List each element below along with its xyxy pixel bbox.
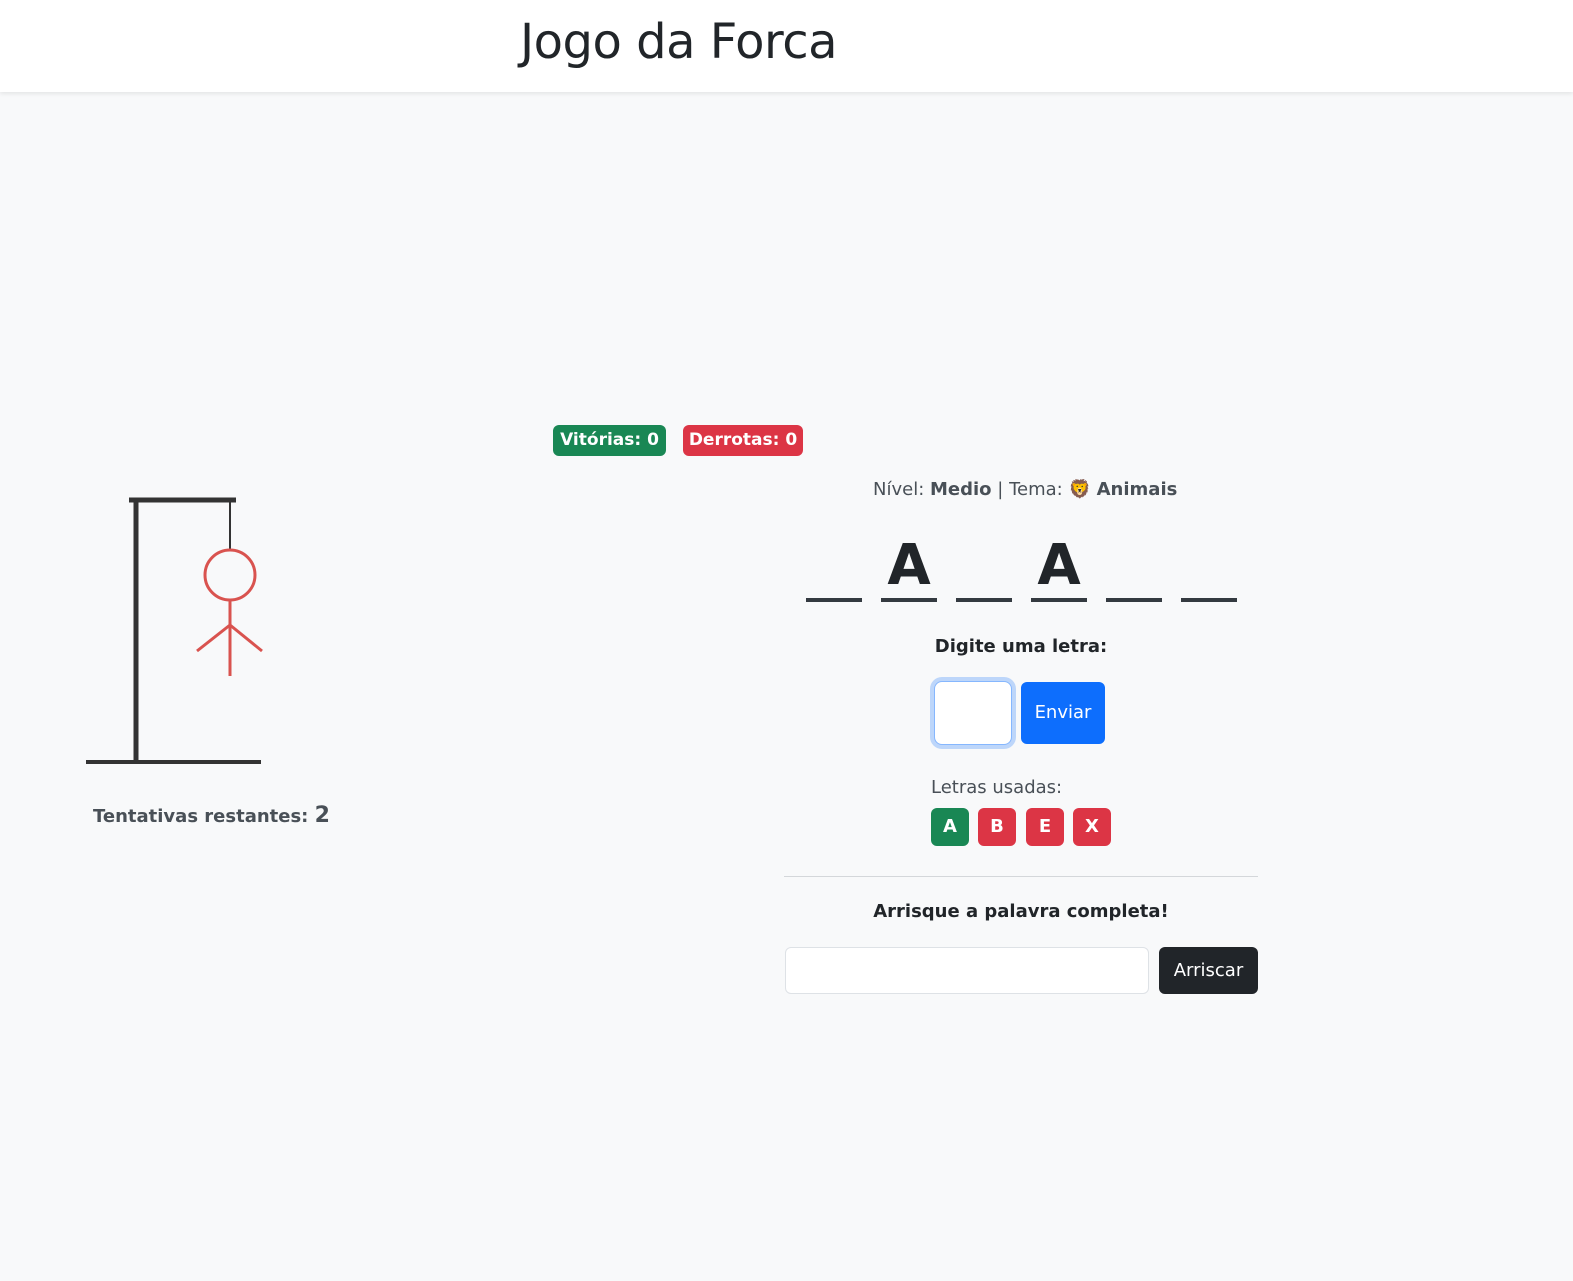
attempts-remaining: Tentativas restantes: 2 — [93, 803, 330, 828]
hangman-left-arm — [196, 623, 231, 653]
hidden-word: A A — [806, 530, 1238, 605]
used-letter-wrong: B — [978, 808, 1016, 846]
hangman-head — [203, 548, 257, 602]
guess-word-button[interactable]: Arriscar — [1159, 947, 1258, 994]
word-slot — [956, 530, 1012, 602]
level-value: Medio — [930, 479, 992, 500]
used-letter-correct: A — [931, 808, 969, 846]
level-label: Nível: — [873, 479, 925, 500]
word-slot — [1106, 530, 1162, 602]
word-slot: A — [1031, 530, 1087, 602]
wins-badge: Vitórias: 0 — [553, 425, 666, 456]
hangman-drawing — [86, 497, 263, 764]
letter-prompt: Digite uma letra: — [934, 636, 1108, 657]
info-separator: | — [997, 479, 1004, 500]
page-header: Jogo da Forca — [0, 0, 1573, 92]
send-button[interactable]: Enviar — [1021, 682, 1105, 744]
word-slot: A — [881, 530, 937, 602]
theme-label: Tema: — [1009, 479, 1063, 500]
word-guess-input[interactable] — [785, 947, 1149, 994]
word-slot — [806, 530, 862, 602]
used-letters-label: Letras usadas: — [931, 777, 1063, 798]
word-slot — [1181, 530, 1237, 602]
losses-badge: Derrotas: 0 — [683, 425, 803, 456]
attempts-count: 2 — [314, 803, 330, 828]
page-title: Jogo da Forca — [520, 14, 838, 70]
attempts-label: Tentativas restantes: — [93, 806, 309, 827]
divider — [784, 876, 1258, 877]
used-letter-wrong: X — [1073, 808, 1111, 846]
letter-input[interactable] — [934, 681, 1012, 745]
hangman-right-arm — [229, 623, 263, 653]
word-guess-prompt: Arrisque a palavra completa! — [873, 901, 1169, 922]
game-info: Nível: Medio | Tema: 🦁 Animais — [873, 479, 1177, 500]
lion-icon: 🦁 — [1068, 479, 1091, 500]
theme-value: Animais — [1096, 479, 1178, 500]
used-letter-wrong: E — [1026, 808, 1064, 846]
